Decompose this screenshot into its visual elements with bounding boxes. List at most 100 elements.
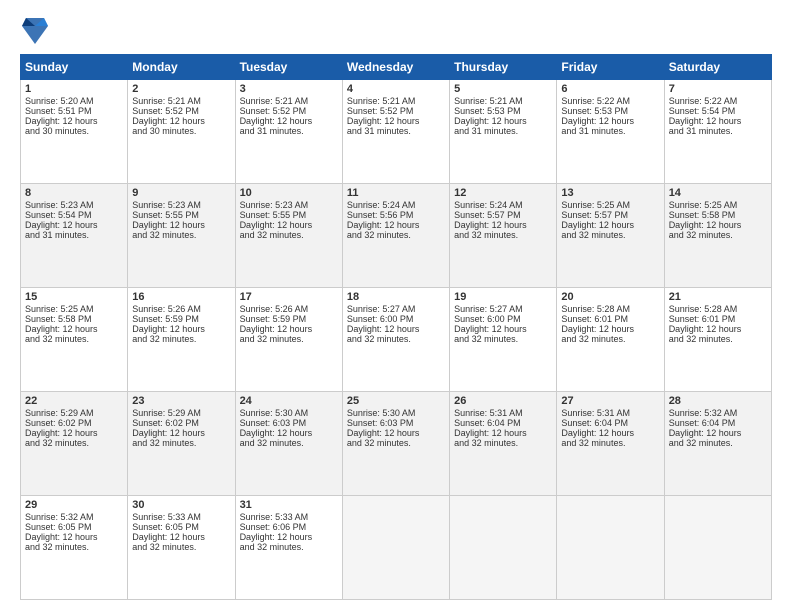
calendar-cell: 23Sunrise: 5:29 AMSunset: 6:02 PMDayligh… — [128, 392, 235, 496]
day-number: 1 — [25, 83, 123, 95]
day-info: Daylight: 12 hours — [561, 428, 659, 438]
calendar-cell: 20Sunrise: 5:28 AMSunset: 6:01 PMDayligh… — [557, 288, 664, 392]
day-info: Daylight: 12 hours — [240, 116, 338, 126]
day-number: 23 — [132, 395, 230, 407]
day-number: 8 — [25, 187, 123, 199]
day-info: and 32 minutes. — [669, 438, 767, 448]
day-info: and 31 minutes. — [669, 126, 767, 136]
calendar-day-header: Monday — [128, 55, 235, 80]
day-number: 10 — [240, 187, 338, 199]
day-info: Sunrise: 5:30 AM — [240, 408, 338, 418]
calendar-cell: 16Sunrise: 5:26 AMSunset: 5:59 PMDayligh… — [128, 288, 235, 392]
day-info: Daylight: 12 hours — [240, 324, 338, 334]
calendar-week-row: 29Sunrise: 5:32 AMSunset: 6:05 PMDayligh… — [21, 496, 772, 600]
day-info: Daylight: 12 hours — [240, 220, 338, 230]
day-number: 16 — [132, 291, 230, 303]
day-info: Sunset: 5:52 PM — [347, 106, 445, 116]
day-info: Sunrise: 5:24 AM — [454, 200, 552, 210]
day-info: Sunset: 6:00 PM — [454, 314, 552, 324]
day-info: Daylight: 12 hours — [454, 428, 552, 438]
calendar-cell: 4Sunrise: 5:21 AMSunset: 5:52 PMDaylight… — [342, 80, 449, 184]
calendar-day-header: Tuesday — [235, 55, 342, 80]
day-info: Sunrise: 5:22 AM — [561, 96, 659, 106]
day-info: Sunrise: 5:28 AM — [669, 304, 767, 314]
calendar-day-header: Wednesday — [342, 55, 449, 80]
calendar-week-row: 22Sunrise: 5:29 AMSunset: 6:02 PMDayligh… — [21, 392, 772, 496]
calendar-day-header: Saturday — [664, 55, 771, 80]
calendar-day-header: Thursday — [450, 55, 557, 80]
day-info: and 31 minutes. — [454, 126, 552, 136]
day-info: Daylight: 12 hours — [25, 428, 123, 438]
day-number: 31 — [240, 499, 338, 511]
calendar-cell: 30Sunrise: 5:33 AMSunset: 6:05 PMDayligh… — [128, 496, 235, 600]
day-info: and 31 minutes. — [347, 126, 445, 136]
day-info: Daylight: 12 hours — [347, 324, 445, 334]
day-number: 13 — [561, 187, 659, 199]
day-info: Daylight: 12 hours — [561, 116, 659, 126]
day-number: 24 — [240, 395, 338, 407]
day-info: and 32 minutes. — [240, 334, 338, 344]
calendar-cell: 19Sunrise: 5:27 AMSunset: 6:00 PMDayligh… — [450, 288, 557, 392]
day-info: and 32 minutes. — [454, 230, 552, 240]
day-info: and 32 minutes. — [561, 438, 659, 448]
day-info: Sunrise: 5:23 AM — [132, 200, 230, 210]
day-info: Sunset: 5:53 PM — [561, 106, 659, 116]
calendar-cell: 21Sunrise: 5:28 AMSunset: 6:01 PMDayligh… — [664, 288, 771, 392]
day-info: Sunrise: 5:21 AM — [240, 96, 338, 106]
day-info: Sunset: 5:51 PM — [25, 106, 123, 116]
day-info: and 32 minutes. — [347, 334, 445, 344]
day-info: Sunrise: 5:26 AM — [240, 304, 338, 314]
day-info: Sunrise: 5:22 AM — [669, 96, 767, 106]
calendar-cell: 27Sunrise: 5:31 AMSunset: 6:04 PMDayligh… — [557, 392, 664, 496]
day-info: Daylight: 12 hours — [25, 324, 123, 334]
calendar-cell: 11Sunrise: 5:24 AMSunset: 5:56 PMDayligh… — [342, 184, 449, 288]
calendar-day-header: Friday — [557, 55, 664, 80]
calendar-cell: 14Sunrise: 5:25 AMSunset: 5:58 PMDayligh… — [664, 184, 771, 288]
day-info: Sunrise: 5:29 AM — [132, 408, 230, 418]
day-info: and 30 minutes. — [25, 126, 123, 136]
day-number: 26 — [454, 395, 552, 407]
day-info: Sunrise: 5:24 AM — [347, 200, 445, 210]
day-number: 4 — [347, 83, 445, 95]
calendar-cell: 26Sunrise: 5:31 AMSunset: 6:04 PMDayligh… — [450, 392, 557, 496]
day-info: Sunset: 6:02 PM — [25, 418, 123, 428]
day-info: Daylight: 12 hours — [25, 116, 123, 126]
day-number: 22 — [25, 395, 123, 407]
day-info: Daylight: 12 hours — [669, 324, 767, 334]
day-info: Sunset: 5:57 PM — [561, 210, 659, 220]
day-info: and 32 minutes. — [132, 230, 230, 240]
day-info: Sunset: 5:55 PM — [240, 210, 338, 220]
day-info: Daylight: 12 hours — [25, 220, 123, 230]
day-info: Sunrise: 5:30 AM — [347, 408, 445, 418]
calendar-cell: 3Sunrise: 5:21 AMSunset: 5:52 PMDaylight… — [235, 80, 342, 184]
day-info: Daylight: 12 hours — [454, 220, 552, 230]
day-info: Sunset: 5:54 PM — [669, 106, 767, 116]
calendar-cell: 7Sunrise: 5:22 AMSunset: 5:54 PMDaylight… — [664, 80, 771, 184]
calendar-day-header: Sunday — [21, 55, 128, 80]
calendar-week-row: 15Sunrise: 5:25 AMSunset: 5:58 PMDayligh… — [21, 288, 772, 392]
calendar-cell: 29Sunrise: 5:32 AMSunset: 6:05 PMDayligh… — [21, 496, 128, 600]
day-info: Sunrise: 5:31 AM — [454, 408, 552, 418]
day-info: and 31 minutes. — [240, 126, 338, 136]
day-info: Sunset: 5:52 PM — [240, 106, 338, 116]
calendar-cell: 28Sunrise: 5:32 AMSunset: 6:04 PMDayligh… — [664, 392, 771, 496]
day-info: Daylight: 12 hours — [132, 428, 230, 438]
day-info: Sunrise: 5:23 AM — [240, 200, 338, 210]
day-info: Sunset: 5:54 PM — [25, 210, 123, 220]
day-info: and 32 minutes. — [561, 230, 659, 240]
day-number: 3 — [240, 83, 338, 95]
day-info: Sunrise: 5:25 AM — [669, 200, 767, 210]
day-number: 21 — [669, 291, 767, 303]
day-number: 17 — [240, 291, 338, 303]
day-info: Sunset: 6:03 PM — [240, 418, 338, 428]
calendar-cell: 31Sunrise: 5:33 AMSunset: 6:06 PMDayligh… — [235, 496, 342, 600]
day-number: 19 — [454, 291, 552, 303]
day-info: Sunset: 6:04 PM — [454, 418, 552, 428]
day-info: Sunset: 6:01 PM — [561, 314, 659, 324]
day-info: Daylight: 12 hours — [347, 220, 445, 230]
calendar-cell — [557, 496, 664, 600]
day-info: Daylight: 12 hours — [132, 116, 230, 126]
day-info: and 32 minutes. — [25, 334, 123, 344]
day-info: Sunset: 5:55 PM — [132, 210, 230, 220]
calendar-cell: 25Sunrise: 5:30 AMSunset: 6:03 PMDayligh… — [342, 392, 449, 496]
